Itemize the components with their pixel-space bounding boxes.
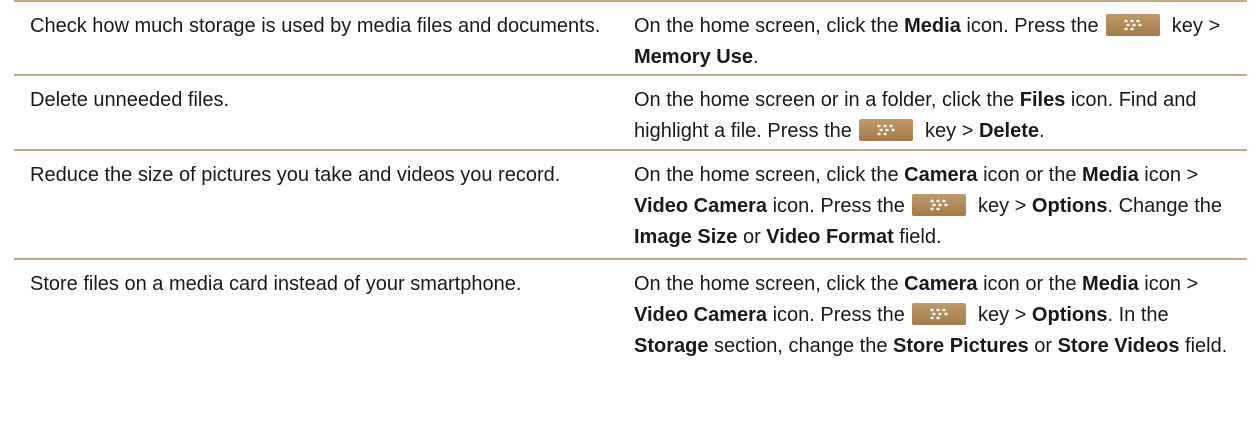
instruction-text: icon. Press the <box>767 304 911 326</box>
ui-term: Camera <box>904 273 978 295</box>
ui-term: Options <box>1031 195 1108 217</box>
menu-key <box>912 303 967 325</box>
ui-term: Options <box>1031 304 1108 326</box>
blackberry-logo-icon <box>930 199 949 211</box>
instruction-text: . <box>752 46 759 68</box>
ui-term: Delete <box>978 120 1039 142</box>
instruction-text: field. <box>893 226 942 248</box>
ui-term: Video Camera <box>634 304 768 326</box>
task-cell: Delete unneeded files. <box>30 89 230 111</box>
task-cell: Reduce the size of pictures you take and… <box>30 164 561 186</box>
instruction-text: icon > <box>1138 273 1199 295</box>
instruction-text: . In the <box>1107 304 1169 326</box>
ui-term: Media <box>904 15 961 37</box>
instruction-text: On the home screen, click the <box>634 273 905 295</box>
ui-term: Media <box>1082 164 1139 186</box>
ui-term: Store Videos <box>1057 335 1180 357</box>
instruction-text: On the home screen or in a folder, click… <box>634 89 1020 111</box>
instruction-text: . <box>1038 120 1045 142</box>
menu-key <box>1106 14 1161 36</box>
ui-term: Storage <box>634 335 709 357</box>
instruction-text: key > <box>972 195 1032 217</box>
ui-term: Camera <box>904 164 978 186</box>
blackberry-logo-icon <box>930 308 949 320</box>
blackberry-logo-icon <box>1124 19 1142 31</box>
ui-term: Memory Use <box>634 46 753 68</box>
instruction-text: icon. Press the <box>767 195 911 217</box>
ui-term: Video Format <box>766 226 894 248</box>
ui-term: Video Camera <box>634 195 768 217</box>
steps-cell: On the home screen, click the Media icon… <box>634 2 1247 74</box>
instruction-text: On the home screen, click the <box>634 164 905 186</box>
ui-term: Store Pictures <box>893 335 1029 357</box>
instruction-text: . Change the <box>1107 195 1222 217</box>
instruction-text: icon or the <box>977 164 1083 186</box>
instruction-text: icon > <box>1138 164 1199 186</box>
table-row: Check how much storage is used by media … <box>14 2 1247 76</box>
instruction-text: or <box>1028 335 1058 357</box>
instruction-text: icon or the <box>977 273 1083 295</box>
table-row: Delete unneeded files. On the home scree… <box>14 76 1247 151</box>
storage-tips-table: Check how much storage is used by media … <box>14 0 1247 406</box>
menu-key <box>859 119 914 141</box>
steps-cell: On the home screen, click the Camera ico… <box>634 260 1247 406</box>
instruction-text: key > <box>1166 15 1221 37</box>
instruction-text: field. <box>1179 335 1228 357</box>
task-cell: Check how much storage is used by media … <box>30 15 601 37</box>
menu-key <box>912 194 967 216</box>
instruction-text: On the home screen, click the <box>634 15 905 37</box>
table-row: Reduce the size of pictures you take and… <box>14 151 1247 260</box>
ui-term: Image Size <box>634 226 738 248</box>
steps-cell: On the home screen or in a folder, click… <box>634 76 1247 149</box>
ui-term: Files <box>1019 89 1066 111</box>
instruction-text: section, change the <box>708 335 894 357</box>
instruction-text: or <box>737 226 767 248</box>
steps-cell: On the home screen, click the Camera ico… <box>634 151 1247 258</box>
instruction-text: key > <box>972 304 1032 326</box>
blackberry-logo-icon <box>877 124 896 136</box>
instruction-text: icon. Press the <box>960 15 1105 37</box>
ui-term: Media <box>1082 273 1139 295</box>
instruction-text: key > <box>919 120 979 142</box>
table-row: Store files on a media card instead of y… <box>14 260 1247 406</box>
task-cell: Store files on a media card instead of y… <box>30 273 522 295</box>
